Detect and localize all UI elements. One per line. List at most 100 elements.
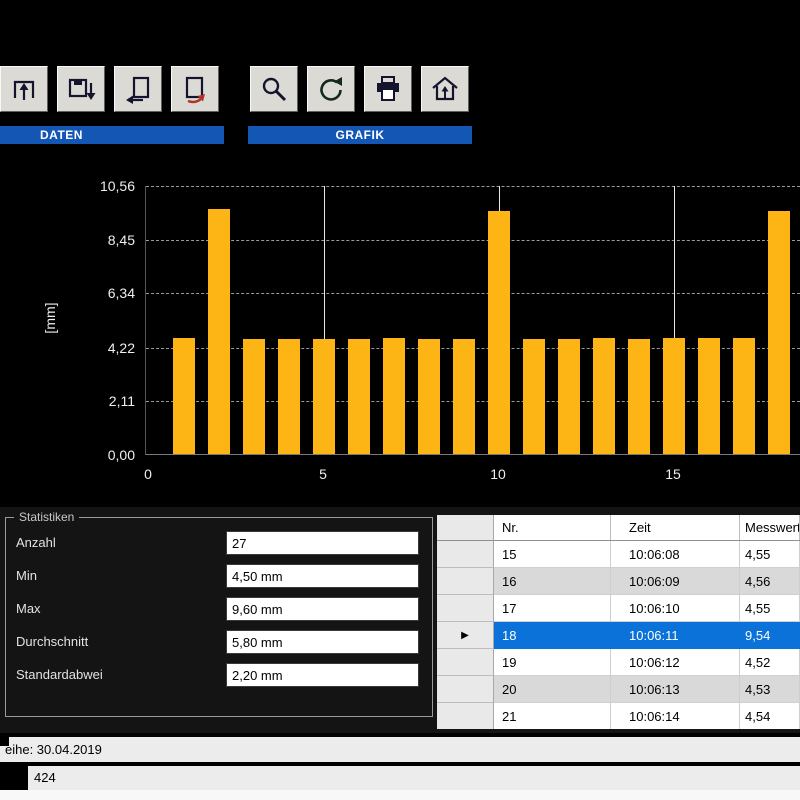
measurement-bar	[348, 339, 370, 454]
measurement-bar	[208, 209, 230, 454]
measurements-table: Nr.ZeitMesswert 1510:06:084,551610:06:09…	[437, 515, 800, 729]
status-bar-date: eihe: 30.04.2019	[0, 737, 800, 762]
y-axis-tick-label: 6,34	[108, 285, 135, 301]
stat-label: Durchschnitt	[16, 634, 88, 649]
row-header[interactable]	[437, 649, 494, 676]
x-axis-tick-label: 0	[144, 466, 152, 482]
stat-input-standardabwei[interactable]	[226, 663, 419, 687]
measurement-bar	[313, 339, 335, 454]
table-cell: 4,55	[740, 595, 800, 622]
table-cell: 4,53	[740, 676, 800, 703]
column-header-messwert[interactable]: Messwert	[740, 515, 800, 540]
y-axis-tick-label: 4,22	[108, 340, 135, 356]
table-row[interactable]: 1610:06:094,56	[437, 568, 800, 595]
y-axis-tick-label: 0,00	[108, 447, 135, 463]
x-axis-tick-label: 10	[490, 466, 506, 482]
stat-label: Standardabwei	[16, 667, 103, 682]
table-cell: 17	[494, 595, 611, 622]
x-axis: 0 5 10 15	[145, 466, 800, 486]
table-cell: 4,52	[740, 649, 800, 676]
h-gridline	[146, 186, 800, 187]
measurement-bar	[558, 339, 580, 454]
table-cell: 10:06:14	[611, 703, 740, 729]
measurement-bar	[278, 339, 300, 454]
table-cell: 21	[494, 703, 611, 729]
stat-row: Anzahl	[6, 531, 432, 556]
table-cell: 10:06:08	[611, 541, 740, 568]
status-device-text: 424	[34, 766, 56, 790]
measurement-bar	[768, 211, 790, 454]
grid-header: Nr.ZeitMesswert	[437, 515, 800, 541]
row-selector-arrow[interactable]: ▶	[437, 622, 494, 649]
table-row[interactable]: ▶1810:06:119,54	[437, 622, 800, 649]
table-row[interactable]: 2010:06:134,53	[437, 676, 800, 703]
table-cell: 10:06:11	[611, 622, 740, 649]
table-cell: 19	[494, 649, 611, 676]
column-header-zeit[interactable]: Zeit	[611, 515, 740, 540]
grid-body: 1510:06:084,551610:06:094,561710:06:104,…	[437, 541, 800, 729]
measurement-bar	[628, 339, 650, 454]
table-cell: 15	[494, 541, 611, 568]
y-axis: 0,002,114,226,348,4510,56	[55, 186, 135, 455]
grid-corner	[437, 515, 494, 540]
stat-row: Min	[6, 564, 432, 589]
table-row[interactable]: 1510:06:084,55	[437, 541, 800, 568]
row-header[interactable]	[437, 676, 494, 703]
table-row[interactable]: 1710:06:104,55	[437, 595, 800, 622]
measurement-bar	[453, 339, 475, 454]
table-row[interactable]: 1910:06:124,52	[437, 649, 800, 676]
stat-input-durchschnitt[interactable]	[226, 630, 419, 654]
y-axis-tick-label: 2,11	[109, 393, 135, 409]
statistics-title: Statistiken	[14, 510, 79, 524]
status-date-text: eihe: 30.04.2019	[5, 742, 102, 757]
h-gridline	[146, 293, 800, 294]
measurement-bar	[698, 338, 720, 454]
table-row[interactable]: 2110:06:144,54	[437, 703, 800, 729]
row-header[interactable]	[437, 703, 494, 729]
bottom-panel: Statistiken Anzahl Min Max Durchschnitt Stan…	[0, 507, 800, 733]
h-gridline	[146, 240, 800, 241]
column-header-nr[interactable]: Nr.	[494, 515, 611, 540]
row-header[interactable]	[437, 541, 494, 568]
measurement-bar	[733, 338, 755, 454]
x-axis-tick-label: 15	[665, 466, 681, 482]
status-block	[0, 766, 28, 790]
row-header[interactable]	[437, 568, 494, 595]
table-cell: 20	[494, 676, 611, 703]
table-cell: 10:06:09	[611, 568, 740, 595]
stat-label: Min	[16, 568, 37, 583]
measurement-bar	[418, 339, 440, 454]
application-window: DATEN GRAFIK [mm] 0,002,114,226,348,4510…	[0, 0, 800, 800]
stat-label: Anzahl	[16, 535, 56, 550]
table-cell: 18	[494, 622, 611, 649]
status-notch	[0, 737, 9, 746]
measurement-bar	[383, 338, 405, 454]
y-axis-tick-label: 8,45	[108, 232, 135, 248]
stat-input-anzahl[interactable]	[226, 531, 419, 555]
stat-row: Max	[6, 597, 432, 622]
y-axis-tick-label: 10,56	[100, 178, 135, 194]
measurement-chart: [mm] 0,002,114,226,348,4510,56 051015	[0, 0, 800, 505]
table-cell: 4,54	[740, 703, 800, 729]
stat-row: Durchschnitt	[6, 630, 432, 655]
stat-row: Standardabwei	[6, 663, 432, 688]
row-header[interactable]	[437, 595, 494, 622]
stat-input-min[interactable]	[226, 564, 419, 588]
measurement-bar	[663, 338, 685, 454]
table-cell: 9,54	[740, 622, 800, 649]
table-cell: 4,55	[740, 541, 800, 568]
measurement-bar	[488, 211, 510, 454]
chart-plot	[145, 186, 800, 455]
bottom-strip	[0, 790, 800, 800]
stat-input-max[interactable]	[226, 597, 419, 621]
measurement-bar	[523, 339, 545, 454]
measurement-bar	[593, 338, 615, 454]
table-cell: 16	[494, 568, 611, 595]
status-bar-device: 424	[0, 766, 800, 790]
measurement-bar	[243, 339, 265, 454]
statistics-groupbox: Statistiken AnzahlMinMaxDurchschnittStan…	[5, 517, 433, 717]
stat-label: Max	[16, 601, 41, 616]
table-cell: 10:06:10	[611, 595, 740, 622]
x-axis-tick-label: 5	[319, 466, 327, 482]
measurement-bar	[173, 338, 195, 454]
